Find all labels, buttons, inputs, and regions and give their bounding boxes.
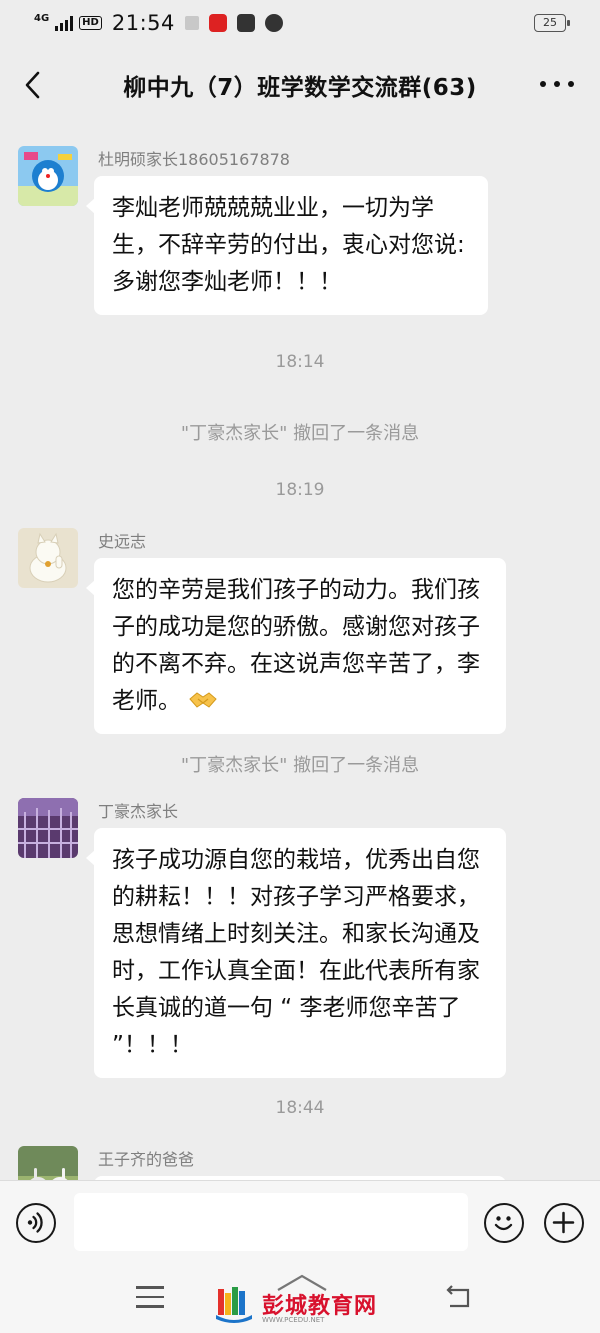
handshake-icon: [188, 686, 218, 708]
chat-header: 柳中九（7）班学数学交流群(63): [0, 46, 600, 124]
message-bubble[interactable]: 李灿老师兢兢兢业业，一切为学生，不辞辛劳的付出，衷心对您说:多谢您李灿老师！！！: [86, 176, 488, 315]
emoji-icon: [494, 1216, 513, 1231]
message-input[interactable]: [74, 1193, 468, 1251]
sender-name: 丁豪杰家长: [98, 802, 179, 821]
chat-message: 丁豪杰家长 孩子成功源自您的栽培，优秀出自您的耕耘！！！对孩子学习严格要求，思想…: [18, 798, 578, 1078]
avatar[interactable]: [18, 1146, 78, 1180]
avatar[interactable]: [18, 146, 78, 206]
sender-name: 王子齐的爸爸: [98, 1150, 195, 1169]
message-notification-icon: [236, 14, 255, 32]
back-button[interactable]: [18, 64, 48, 106]
chat-title: 柳中九（7）班学数学交流群(63): [123, 75, 477, 101]
more-dot: [554, 81, 560, 87]
avatar[interactable]: [18, 528, 78, 588]
more-button[interactable]: [540, 72, 574, 96]
input-bar: [0, 1180, 600, 1264]
system-navigation-bar: 彭城教育网 WWW.PCEDU.NET: [0, 1264, 600, 1333]
battery-icon: 25: [534, 14, 570, 32]
message-timestamp: 18:19: [275, 480, 325, 500]
message-text: 您的辛劳是我们孩子的动力。我们孩子的成功是您的骄傲。感谢您对孩子的不离不弃。在这…: [112, 577, 480, 714]
status-time: 21:54: [111, 11, 175, 35]
recall-notice: "丁豪杰家长" 撤回了一条消息: [180, 755, 420, 776]
hd-badge: HD: [79, 16, 102, 30]
book-icon: [216, 1287, 252, 1323]
chat-message: 史远志 您的辛劳是我们孩子的动力。我们孩子的成功是您的骄傲。感谢您对孩子的不离不…: [18, 528, 578, 734]
compass-notification-icon: [264, 14, 283, 32]
emoji-button[interactable]: [484, 1203, 524, 1243]
menu-button[interactable]: [136, 1286, 166, 1310]
message-timestamp: 18:44: [275, 1098, 325, 1118]
status-left: 4G HD 21:54: [34, 11, 283, 35]
message-bubble[interactable]: 您的辛劳是我们孩子的动力。我们孩子的成功是您的骄傲。感谢您对孩子的不离不弃。在这…: [86, 558, 506, 734]
message-bubble[interactable]: 孩子成功源自您的栽培，优秀出自您的耕耘！！！对孩子学习严格要求，思想情绪上时刻关…: [86, 828, 506, 1078]
network-type: 4G: [34, 13, 50, 24]
signal-icon: [55, 15, 74, 31]
more-dots-icon: [540, 81, 546, 87]
more-actions-button[interactable]: [544, 1203, 584, 1243]
chevron-left-icon: [25, 71, 40, 99]
app-notification-icon: [208, 14, 227, 32]
message-list[interactable]: 杜明硕家长18605167878 李灿老师兢兢兢业业，一切为学生，不辞辛劳的付出…: [0, 124, 600, 1180]
voice-icon: [27, 1212, 43, 1233]
recall-notice: "丁豪杰家长" 撤回了一条消息: [180, 423, 420, 444]
app-notification-icon: [184, 16, 199, 30]
watermark-url: WWW.PCEDU.NET: [262, 1316, 325, 1324]
more-dot: [568, 81, 574, 87]
plus-icon: [552, 1211, 575, 1234]
sender-name: 杜明硕家长18605167878: [98, 150, 290, 169]
watermark-logo: 彭城教育网 WWW.PCEDU.NET: [214, 1282, 377, 1326]
status-bar: 4G HD 21:54 25: [0, 0, 600, 46]
system-back-button[interactable]: [442, 1284, 472, 1310]
avatar[interactable]: [18, 798, 78, 858]
chat-message: 杜明硕家长18605167878 李灿老师兢兢兢业业，一切为学生，不辞辛劳的付出…: [18, 146, 578, 316]
voice-button[interactable]: [16, 1203, 56, 1243]
sender-name: 史远志: [98, 532, 147, 551]
chat-message: 王子齐的爸爸: [18, 1146, 578, 1180]
message-timestamp: 18:14: [275, 352, 325, 372]
